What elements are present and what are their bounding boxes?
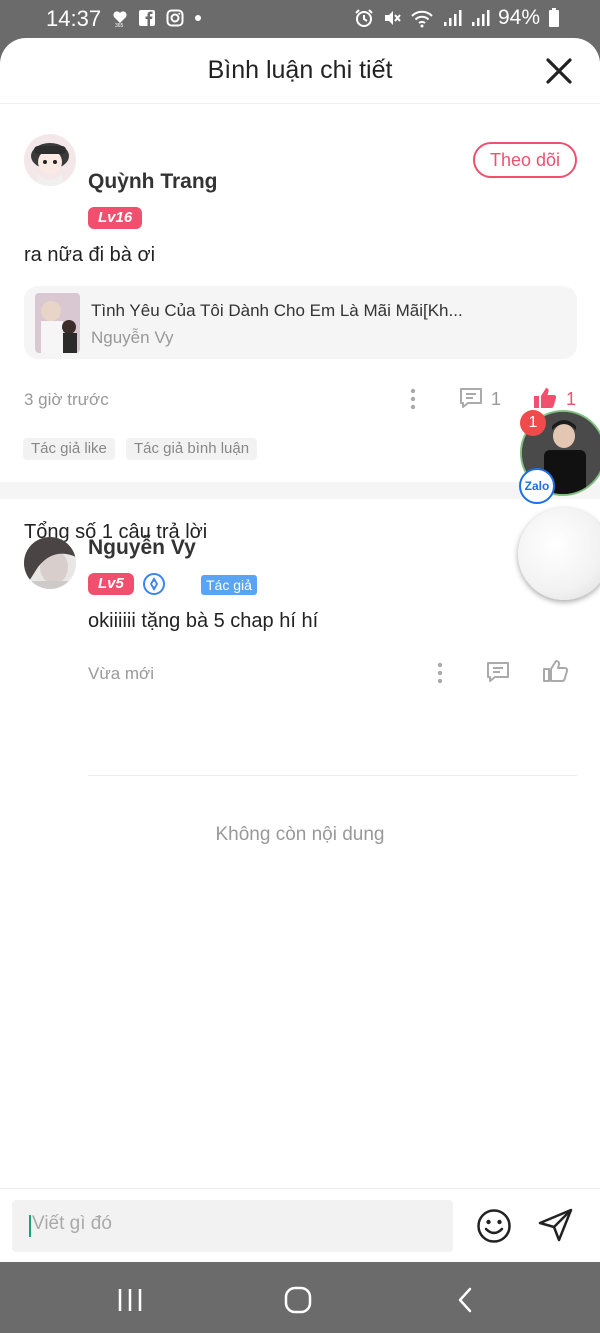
author-commented-tag: Tác giả bình luận: [126, 438, 258, 460]
reply-count: 1: [491, 389, 502, 409]
close-icon[interactable]: [544, 56, 574, 86]
avatar[interactable]: [24, 134, 76, 186]
avatar[interactable]: [24, 537, 76, 589]
author-tag-badge: Tác giả: [201, 575, 257, 595]
like-icon[interactable]: [532, 386, 558, 410]
input-placeholder: Viết gì đó: [32, 1213, 112, 1234]
author-liked-tag: Tác giả like: [23, 438, 115, 460]
more-icon[interactable]: [410, 388, 416, 410]
list-divider: [88, 775, 577, 776]
comment-input-bar: Viết gì đó: [0, 1188, 600, 1262]
dot-icon: [195, 15, 201, 21]
reply-time: Vừa mới: [88, 664, 154, 683]
like-icon[interactable]: [542, 658, 570, 684]
status-time: 14:37: [46, 6, 102, 31]
heart-365-icon: 365: [113, 11, 127, 27]
home-icon[interactable]: [284, 1286, 312, 1314]
alarm-icon: [355, 9, 373, 27]
reply-icon[interactable]: [458, 386, 484, 410]
notification-badge: 1: [520, 410, 546, 436]
level-badge: Lv5: [88, 573, 134, 595]
emoji-icon[interactable]: [476, 1208, 512, 1244]
book-author: Nguyễn Vy: [91, 328, 174, 347]
book-card[interactable]: Tình Yêu Của Tôi Dành Cho Em Là Mãi Mãi[…: [24, 286, 577, 359]
text-cursor: [29, 1215, 31, 1237]
sheet-header: Bình luận chi tiết: [0, 38, 600, 104]
send-icon[interactable]: [537, 1207, 575, 1243]
more-icon[interactable]: [437, 662, 443, 684]
end-of-list-label: Không còn nội dung: [215, 824, 385, 845]
verified-icon: [143, 573, 165, 595]
signal-icon: [443, 10, 462, 26]
comment-input[interactable]: Viết gì đó: [12, 1200, 453, 1252]
reply-username[interactable]: Nguyễn Vy: [88, 536, 196, 560]
mute-icon: [384, 11, 401, 25]
back-icon[interactable]: [455, 1286, 475, 1314]
book-title: Tình Yêu Của Tôi Dành Cho Em Là Mãi Mãi[…: [91, 301, 463, 320]
battery-icon: [549, 8, 559, 27]
level-badge: Lv16: [88, 207, 143, 229]
username[interactable]: Quỳnh Trang: [88, 170, 218, 194]
reply-text: okiiiiii tặng bà 5 chap hí hí: [88, 610, 319, 632]
facebook-icon: [139, 10, 155, 26]
comment-text: ra nữa đi bà ơi: [24, 244, 156, 266]
section-divider: [0, 482, 600, 499]
system-nav-bar: [0, 1262, 600, 1333]
reply-icon[interactable]: [485, 660, 511, 684]
wifi-icon: [411, 10, 433, 28]
svg-text:365: 365: [115, 23, 124, 27]
status-bar: 14:37 365 94%: [0, 0, 600, 40]
instagram-icon: [166, 9, 184, 27]
like-count: 1: [566, 389, 577, 409]
battery-percent: 94%: [497, 6, 540, 29]
assistive-touch-button[interactable]: [518, 508, 600, 600]
comment-time: 3 giờ trước: [24, 390, 109, 409]
zalo-icon: Zalo: [519, 468, 555, 504]
page-title: Bình luận chi tiết: [207, 56, 393, 84]
comment-detail-sheet: Bình luận chi tiết Quỳnh Trang Lv16 Theo…: [0, 38, 600, 1262]
follow-button[interactable]: Theo dõi: [473, 142, 577, 178]
recent-apps-icon[interactable]: [117, 1287, 143, 1313]
book-cover: [35, 293, 80, 353]
signal-icon: [471, 10, 490, 26]
